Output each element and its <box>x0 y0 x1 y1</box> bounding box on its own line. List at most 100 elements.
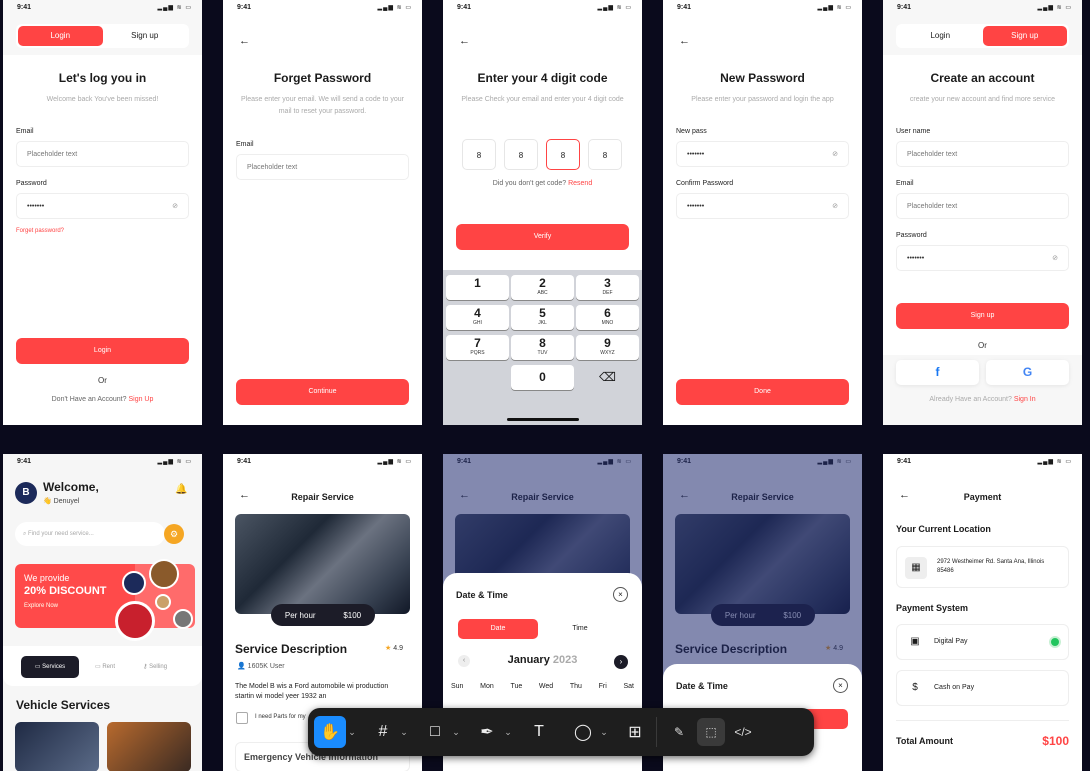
tab-services[interactable]: ▭ Services <box>21 656 79 678</box>
email-field[interactable]: Placeholder text <box>236 154 409 180</box>
page-title: New Password <box>720 71 805 85</box>
confirm-pass-field[interactable]: ••••••• ⊘ <box>676 193 849 219</box>
new-password-screen: 9:41 ▂▄▆ ≋ ▭ ← New Password Please enter… <box>663 0 862 425</box>
code-digit-3[interactable]: 8 <box>546 139 580 170</box>
status-time: 9:41 <box>897 458 912 465</box>
facebook-icon[interactable]: f <box>896 360 979 385</box>
per-hour-label: Per hour <box>284 610 316 620</box>
hand-tool-icon[interactable]: ✋ <box>314 716 346 748</box>
tab-rent[interactable]: ▭ Rent <box>95 656 115 678</box>
status-icons: ▂▄▆ ≋ ▭ <box>157 5 192 11</box>
banner-cta[interactable]: Explore Now <box>24 603 126 609</box>
back-arrow-icon[interactable]: ← <box>239 35 250 47</box>
status-time: 9:41 <box>17 4 32 11</box>
tab-selling[interactable]: ⚷ Selling <box>143 656 167 678</box>
status-time: 9:41 <box>17 458 32 465</box>
resend-link[interactable]: Resend <box>568 180 592 187</box>
service-card-image[interactable] <box>15 722 99 771</box>
key-1[interactable]: 1 <box>446 275 509 300</box>
key-3[interactable]: 3 DEF <box>576 275 639 300</box>
mechanic-avatar <box>155 594 171 610</box>
google-icon[interactable]: G <box>986 360 1069 385</box>
tab-login[interactable]: Login <box>18 26 103 46</box>
key-7[interactable]: 7 PQRS <box>446 335 509 360</box>
month-label: January <box>507 654 550 666</box>
eye-icon[interactable]: ⊘ <box>172 202 178 210</box>
signup-link[interactable]: Sign Up <box>128 396 153 403</box>
login-button[interactable]: Login <box>16 338 189 364</box>
page-title: Repair Service <box>291 492 354 502</box>
key-6[interactable]: 6 MNO <box>576 305 639 330</box>
parts-checkbox-label: I need Parts for my <box>255 714 306 720</box>
code-icon[interactable]: </> <box>729 718 757 746</box>
chevron-down-icon[interactable]: ⌄ <box>502 727 514 738</box>
key-8[interactable]: 8 TUV <box>511 335 574 360</box>
key-5[interactable]: 5 JKL <box>511 305 574 330</box>
location-card[interactable]: ▦ 2972 Westheimer Rd. Santa Ana, Illinoi… <box>896 546 1069 588</box>
eye-icon[interactable]: ⊘ <box>832 202 838 210</box>
pen-tool-icon[interactable]: ✒ <box>472 716 502 748</box>
eye-icon[interactable]: ⊘ <box>1052 254 1058 262</box>
verify-button[interactable]: Verify <box>456 224 629 250</box>
chevron-down-icon[interactable]: ⌄ <box>450 727 462 738</box>
signup-button[interactable]: Sign up <box>896 303 1069 329</box>
password-field[interactable]: ••••••• ⊘ <box>896 245 1069 271</box>
next-month-icon[interactable]: › <box>614 655 628 669</box>
eye-icon[interactable]: ⊘ <box>832 150 838 158</box>
filter-icon[interactable]: ⚙ <box>164 524 184 544</box>
repair-photo <box>235 514 410 614</box>
service-card-image[interactable] <box>107 722 191 771</box>
cash-pay-option[interactable]: $ Cash on Pay <box>896 670 1069 706</box>
tab-date[interactable]: Date <box>458 619 538 639</box>
chevron-down-icon[interactable]: ⌄ <box>346 727 358 738</box>
status-icons: ▂▄▆ ≋ ▭ <box>157 459 192 465</box>
rectangle-tool-icon[interactable]: □ <box>420 716 450 748</box>
code-digit-2[interactable]: 8 <box>504 139 538 170</box>
email-label: Email <box>896 180 914 187</box>
email-field[interactable]: Placeholder text <box>16 141 189 167</box>
car-icon: ▭ <box>95 664 101 670</box>
key-2[interactable]: 2 ABC <box>511 275 574 300</box>
new-pass-field[interactable]: ••••••• ⊘ <box>676 141 849 167</box>
tab-signup[interactable]: Sign up <box>982 26 1067 46</box>
close-icon[interactable]: × <box>613 587 628 602</box>
signin-link[interactable]: Sign In <box>1014 396 1036 403</box>
close-icon[interactable]: × <box>833 678 848 693</box>
forget-password-link[interactable]: Forget password? <box>16 228 64 234</box>
back-arrow-icon[interactable]: ← <box>679 35 690 47</box>
tab-signup[interactable]: Sign up <box>103 26 188 46</box>
email-field[interactable]: Placeholder text <box>896 193 1069 219</box>
tab-time[interactable]: Time <box>540 619 620 639</box>
parts-checkbox[interactable] <box>236 712 248 724</box>
frame-tool-icon[interactable]: # <box>368 716 398 748</box>
components-icon[interactable]: ⊞ <box>620 716 650 748</box>
password-field[interactable]: ••••••• ⊘ <box>16 193 189 219</box>
digital-pay-label: Digital Pay <box>934 638 968 645</box>
code-digit-4[interactable]: 8 <box>588 139 622 170</box>
code-digit-1[interactable]: 8 <box>462 139 496 170</box>
status-time: 9:41 <box>237 458 252 465</box>
done-button[interactable]: Done <box>676 379 849 405</box>
key-9[interactable]: 9 WXYZ <box>576 335 639 360</box>
key-0[interactable]: 0 <box>511 365 574 390</box>
text-tool-icon[interactable]: T <box>524 716 554 748</box>
username-field[interactable]: Placeholder text <box>896 141 1069 167</box>
backspace-icon[interactable]: ⌫ <box>576 365 639 390</box>
new-pass-value: ••••••• <box>687 151 705 158</box>
draw-mode-icon[interactable]: ✎ <box>665 718 693 746</box>
car-icon: ▭ <box>34 664 41 670</box>
tab-login[interactable]: Login <box>898 26 983 46</box>
search-input[interactable]: ⌕ Find your need service... <box>15 522 165 546</box>
comment-tool-icon[interactable]: ◯ <box>568 716 598 748</box>
location-title: Your Current Location <box>896 524 991 534</box>
key-4[interactable]: 4 GHI <box>446 305 509 330</box>
dev-mode-icon[interactable]: ⬚ <box>697 718 725 746</box>
bell-icon[interactable]: 🔔 <box>175 484 187 495</box>
chevron-down-icon[interactable]: ⌄ <box>398 727 410 738</box>
digital-pay-option[interactable]: ▣ Digital Pay <box>896 624 1069 660</box>
selected-radio[interactable] <box>1049 636 1061 648</box>
chevron-down-icon[interactable]: ⌄ <box>598 727 610 738</box>
confirm-pass-label: Confirm Password <box>676 180 734 187</box>
back-arrow-icon[interactable]: ← <box>459 35 470 47</box>
continue-button[interactable]: Continue <box>236 379 409 405</box>
